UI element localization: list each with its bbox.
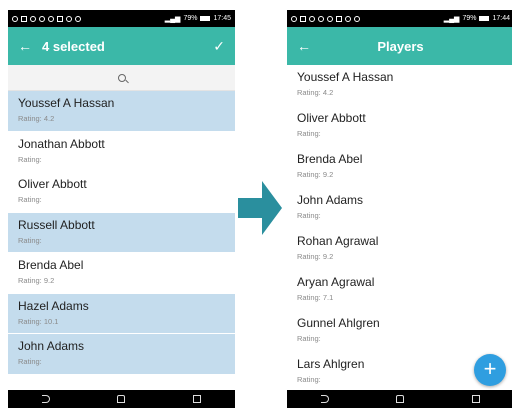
player-name: Jonathan Abbott (18, 136, 105, 151)
notification-icon (318, 15, 324, 22)
transition-arrow-icon (238, 181, 282, 235)
signal-icon: ▂▄▆ (443, 15, 460, 23)
back-arrow-icon[interactable]: ← (18, 38, 38, 54)
player-name: John Adams (297, 193, 364, 207)
mail-icon (300, 15, 306, 22)
player-list: Youssef A Hassan Rating: 4.2 Oliver Abbott… (287, 65, 512, 392)
player-name: Oliver Abbott (18, 177, 87, 191)
notification-icon (291, 15, 297, 22)
notification-icon (336, 15, 342, 22)
player-name: Hazel Adams (18, 298, 89, 313)
status-bar: ▂▄▆ 79% 17:45 (8, 10, 235, 27)
battery-icon (200, 16, 211, 21)
player-name: Youssef A Hassan (18, 96, 115, 110)
app-bar: ← Players (287, 27, 512, 65)
notification-icon (39, 15, 45, 22)
player-name: Aryan Agrawal (297, 275, 375, 289)
page-title: Players (377, 38, 424, 54)
notification-icon (66, 15, 72, 22)
player-name: Lars Ahlgren (297, 357, 365, 371)
player-list-item[interactable]: Youssef A Hassan Rating: 4.2 (8, 91, 235, 132)
app-bar: ← 4 selected ✓ (8, 27, 235, 65)
nav-back-icon[interactable] (320, 395, 329, 403)
player-name: Oliver Abbott (297, 111, 366, 125)
notification-icon (48, 15, 54, 22)
nav-bar (287, 390, 512, 408)
phone-left: ▂▄▆ 79% 17:45 ← 4 selected ✓ Youssef A H… (8, 10, 235, 408)
player-rating: Rating: 9.2 (297, 170, 334, 179)
player-rating: Rating: (18, 357, 42, 366)
player-list-item[interactable]: Gunnel Ahlgren Rating: (287, 311, 512, 352)
comparison-stage: ▂▄▆ 79% 17:45 ← 4 selected ✓ Youssef A H… (0, 0, 512, 410)
player-rating: Rating: 10.1 (18, 316, 59, 326)
notification-icon (12, 15, 18, 22)
notification-icon (309, 15, 315, 22)
notification-icon (30, 15, 36, 22)
system-indicators: ▂▄▆ 79% 17:44 (444, 15, 510, 23)
notification-icon (345, 15, 351, 22)
search-bar[interactable] (8, 65, 235, 91)
player-rating: Rating: (297, 334, 321, 343)
battery-percent: 79% (183, 15, 198, 22)
player-name: Gunnel Ahlgren (297, 316, 380, 330)
phone-right: ▂▄▆ 79% 17:44 ← Players Youssef A Hassan… (287, 10, 512, 408)
player-rating: Rating: (18, 235, 42, 245)
nav-recents-icon[interactable] (193, 395, 202, 403)
player-rating: Rating: (297, 129, 321, 138)
player-list-item[interactable]: Oliver Abbott Rating: (8, 172, 235, 213)
player-list-item[interactable]: Hazel Adams Rating: 10.1 (8, 293, 235, 334)
status-bar: ▂▄▆ 79% 17:44 (287, 10, 512, 27)
clock: 17:45 (213, 15, 231, 22)
battery-icon (479, 16, 490, 21)
check-icon[interactable]: ✓ (213, 38, 225, 55)
selection-count-title: 4 selected (42, 38, 105, 54)
player-list-item[interactable]: Russell Abbott Rating: (8, 212, 235, 253)
signal-icon: ▂▄▆ (164, 15, 181, 23)
player-rating: Rating: (297, 211, 321, 220)
player-name: Russell Abbott (18, 217, 95, 232)
notification-icon (354, 15, 360, 22)
player-list-item[interactable]: Youssef A Hassan Rating: 4.2 (287, 65, 512, 106)
notification-icon (327, 15, 333, 22)
player-list-item[interactable]: John Adams Rating: (287, 188, 512, 229)
player-rating: Rating: 7.1 (297, 293, 334, 302)
player-list-item[interactable]: Brenda Abel Rating: 9.2 (8, 253, 235, 294)
player-name: Rohan Agrawal (297, 234, 379, 248)
player-list: Youssef A Hassan Rating: 4.2 Jonathan Abbo… (8, 91, 235, 392)
battery-percent: 79% (462, 15, 477, 22)
player-name: Youssef A Hassan (297, 70, 394, 84)
player-list-item[interactable]: Rohan Agrawal Rating: 9.2 (287, 229, 512, 270)
player-list-item[interactable]: Jonathan Abbott Rating: (8, 132, 235, 172)
player-rating: Rating: 4.2 (297, 88, 334, 97)
player-rating: Rating: 9.2 (297, 252, 334, 261)
clock: 17:44 (492, 15, 510, 22)
system-indicators: ▂▄▆ 79% 17:45 (165, 15, 231, 23)
back-arrow-icon[interactable]: ← (297, 38, 317, 54)
nav-bar (8, 390, 235, 408)
player-name: John Adams (18, 339, 85, 353)
nav-home-icon[interactable] (396, 395, 405, 403)
player-rating: Rating: (18, 154, 42, 164)
nav-back-icon[interactable] (41, 395, 50, 403)
player-name: Brenda Abel (18, 258, 84, 272)
search-icon[interactable] (117, 73, 126, 82)
nav-recents-icon[interactable] (472, 395, 481, 403)
player-list-item[interactable]: John Adams Rating: (8, 334, 235, 375)
player-rating: Rating: 4.2 (18, 114, 55, 123)
notification-icons (12, 15, 81, 22)
mail-icon (21, 15, 27, 22)
player-list-item[interactable]: Aryan Agrawal Rating: 7.1 (287, 270, 512, 311)
player-list-item[interactable]: Brenda Abel Rating: 9.2 (287, 147, 512, 188)
nav-home-icon[interactable] (117, 395, 126, 403)
player-rating: Rating: (18, 195, 42, 204)
notification-icon (75, 15, 81, 22)
player-list-item[interactable]: Oliver Abbott Rating: (287, 106, 512, 147)
add-player-button[interactable]: + (474, 354, 506, 386)
notification-icons (291, 15, 360, 22)
player-rating: Rating: 9.2 (18, 276, 55, 285)
player-rating: Rating: (297, 375, 321, 384)
notification-icon (57, 15, 63, 22)
player-name: Brenda Abel (297, 152, 363, 166)
